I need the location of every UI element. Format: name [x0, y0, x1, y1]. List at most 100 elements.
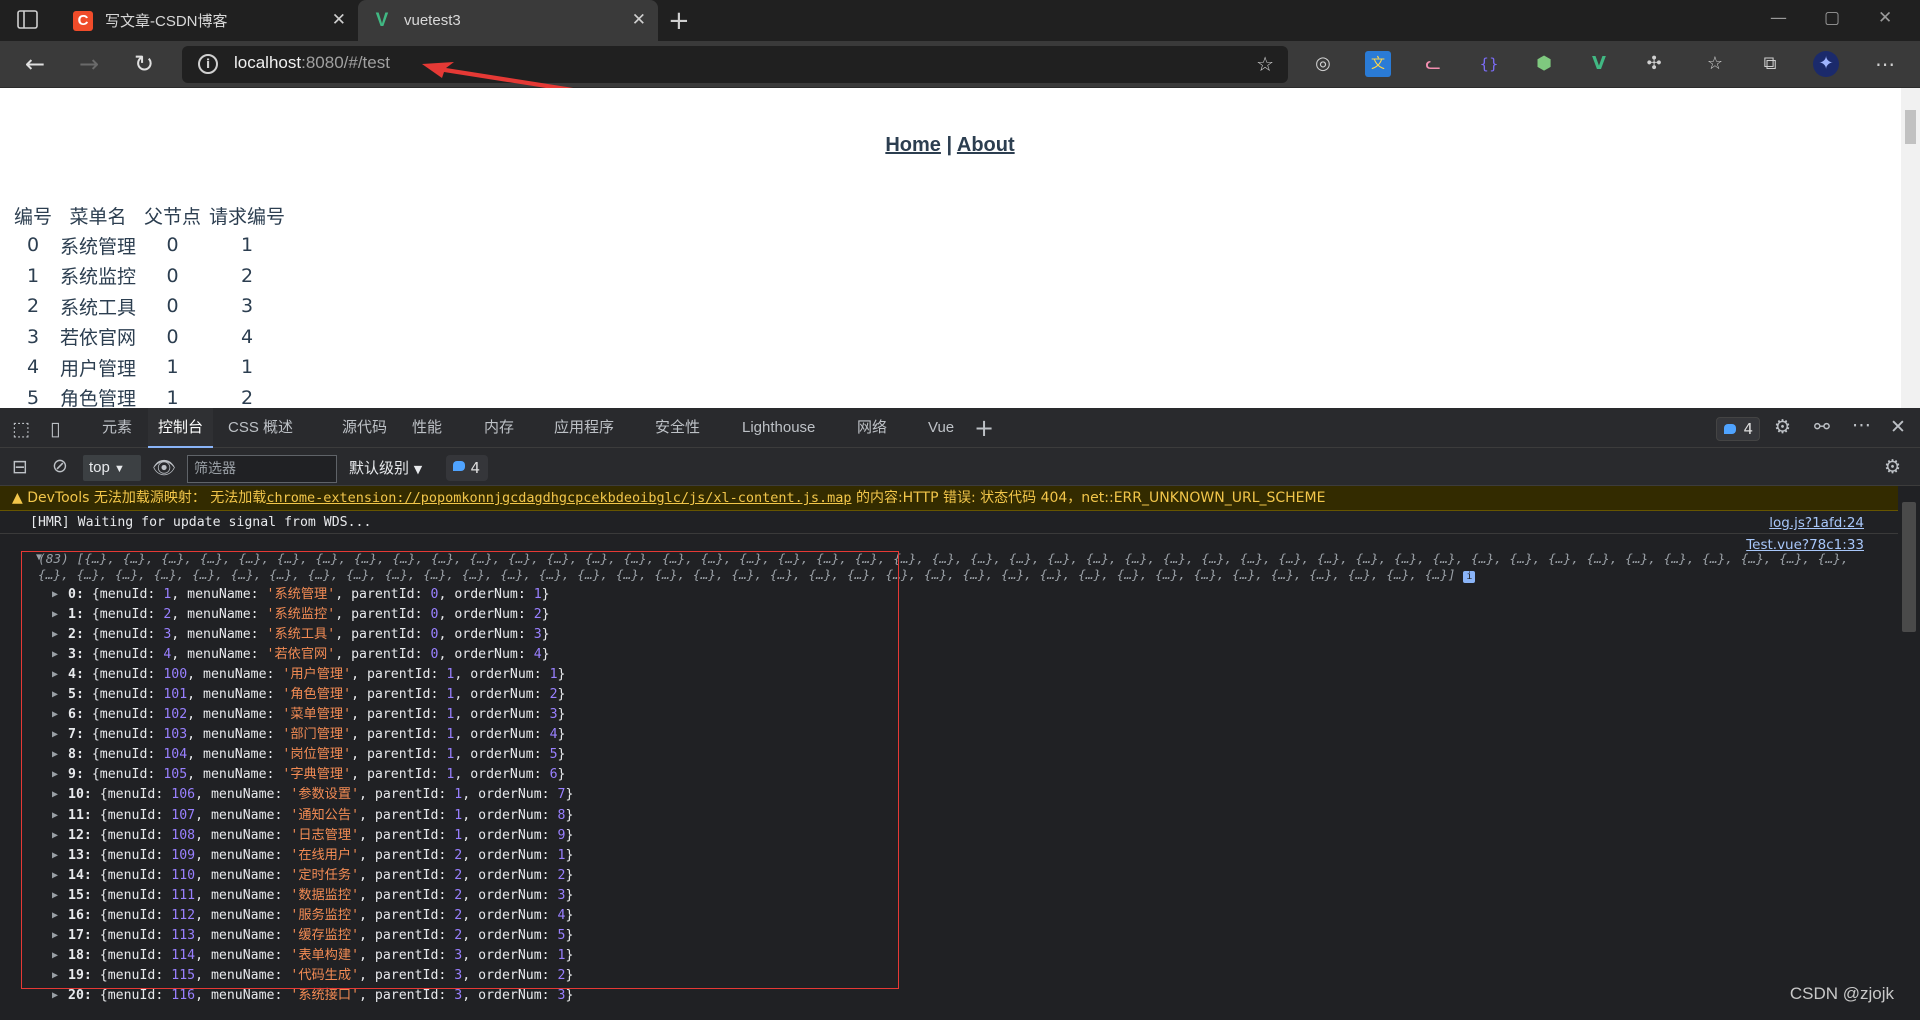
clear-console-icon[interactable]: ⊘ — [52, 455, 68, 477]
array-item[interactable]: ▶ 8: {menuId: 104, menuName: '岗位管理', pare… — [0, 745, 1000, 765]
array-item[interactable]: ▶ 4: {menuId: 100, menuName: '用户管理', pare… — [0, 665, 1000, 685]
about-link[interactable]: About — [957, 134, 1015, 156]
array-item[interactable]: ▶ 12: {menuId: 108, menuName: '日志管理', par… — [0, 826, 1000, 846]
add-favorite-icon[interactable]: ☆ — [1256, 52, 1274, 76]
array-item[interactable]: ▶ 10: {menuId: 106, menuName: '参数设置', par… — [0, 785, 1000, 805]
array-item[interactable]: ▶ 6: {menuId: 102, menuName: '菜单管理', pare… — [0, 705, 1000, 725]
expand-triangle-icon[interactable]: ▶ — [52, 605, 58, 625]
collections-icon[interactable]: ⧉ — [1757, 51, 1783, 77]
url-text[interactable]: localhost:8080/#/test — [234, 53, 390, 73]
array-item[interactable]: ▶ 0: {menuId: 1, menuName: '系统管理', parent… — [0, 585, 1000, 605]
issues-badge[interactable]: 4 — [1716, 417, 1760, 441]
array-item[interactable]: ▶ 1: {menuId: 2, menuName: '系统监控', parent… — [0, 605, 1000, 625]
array-summary[interactable]: (83) [{…}, {…}, {…}, {…}, {…}, {…}, {…},… — [38, 552, 1868, 584]
close-devtools-icon[interactable]: ✕ — [1890, 416, 1906, 438]
inspect-element-icon[interactable]: ⬚ — [12, 418, 30, 440]
close-icon[interactable]: ✕ — [632, 10, 646, 30]
source-link[interactable]: log.js?1afd:24 — [1769, 512, 1864, 534]
close-icon[interactable]: ✕ — [332, 10, 346, 30]
expand-triangle-icon[interactable]: ▶ — [52, 645, 58, 665]
expand-triangle-icon[interactable]: ▶ — [52, 745, 58, 765]
tab-vuetest3[interactable]: V vuetest3 ✕ — [358, 0, 658, 41]
back-icon[interactable]: ← — [20, 50, 50, 80]
tab-css-overview[interactable]: CSS 概述 — [228, 408, 293, 448]
tab-vue[interactable]: Vue — [928, 408, 954, 448]
array-item[interactable]: ▶ 11: {menuId: 107, menuName: '通知公告', par… — [0, 806, 1000, 826]
expand-triangle-icon[interactable]: ▶ — [52, 926, 58, 946]
minimize-button[interactable]: — — [1770, 8, 1787, 28]
array-item[interactable]: ▶ 3: {menuId: 4, menuName: '若依官网', parent… — [0, 645, 1000, 665]
array-item[interactable]: ▶ 20: {menuId: 116, menuName: '系统接口', par… — [0, 986, 1000, 1006]
tab-performance[interactable]: 性能 — [412, 408, 442, 448]
window-close-button[interactable]: ✕ — [1878, 8, 1892, 28]
device-toolbar-icon[interactable]: ▯ — [50, 418, 60, 440]
json-extension-icon[interactable]: {} — [1476, 51, 1502, 77]
expand-triangle-icon[interactable]: ▶ — [52, 725, 58, 745]
tab-security[interactable]: 安全性 — [655, 408, 700, 448]
extension-icon[interactable]: ◎ — [1310, 51, 1336, 77]
vue-devtools-icon[interactable]: V — [1586, 51, 1612, 77]
more-options-icon[interactable]: ⋯ — [1852, 414, 1871, 436]
expand-triangle-icon[interactable]: ▶ — [52, 886, 58, 906]
tab-actions-icon[interactable] — [16, 9, 40, 31]
more-menu-icon[interactable]: ⋯ — [1872, 51, 1898, 77]
expand-triangle-icon[interactable]: ▶ — [52, 785, 58, 805]
expand-triangle-icon[interactable]: ▶ — [52, 986, 58, 1006]
expand-triangle-icon[interactable]: ▶ — [52, 765, 58, 785]
array-item[interactable]: ▶ 13: {menuId: 109, menuName: '在线用户', par… — [0, 846, 1000, 866]
home-link[interactable]: Home — [885, 134, 941, 156]
expand-triangle-icon[interactable]: ▶ — [52, 685, 58, 705]
array-item[interactable]: ▶ 14: {menuId: 110, menuName: '定时任务', par… — [0, 866, 1000, 886]
tab-console[interactable]: 控制台 — [148, 408, 214, 448]
favorites-icon[interactable]: ☆ — [1702, 51, 1728, 77]
array-item[interactable]: ▶ 2: {menuId: 3, menuName: '系统工具', parent… — [0, 625, 1000, 645]
tab-sources[interactable]: 源代码 — [342, 408, 387, 448]
array-item[interactable]: ▶ 15: {menuId: 111, menuName: '数据监控', par… — [0, 886, 1000, 906]
tab-memory[interactable]: 内存 — [484, 408, 514, 448]
array-item[interactable]: ▶ 17: {menuId: 113, menuName: '缓存监控', par… — [0, 926, 1000, 946]
tab-lighthouse[interactable]: Lighthouse — [742, 408, 815, 448]
array-item[interactable]: ▶ 5: {menuId: 101, menuName: '角色管理', pare… — [0, 685, 1000, 705]
expand-triangle-icon[interactable]: ▶ — [52, 966, 58, 986]
customize-icon[interactable]: ⚯ — [1814, 416, 1830, 438]
expand-triangle-icon[interactable]: ▶ — [52, 906, 58, 926]
translate-extension-icon[interactable]: 文 — [1365, 51, 1391, 77]
expand-triangle-icon[interactable]: ▶ — [52, 705, 58, 725]
log-level-select[interactable]: 默认级别 ▼ — [349, 456, 422, 482]
page-scrollbar[interactable] — [1901, 88, 1920, 408]
tab-csdn[interactable]: C 写文章-CSDN博客 ✕ — [60, 0, 358, 41]
array-item[interactable]: ▶ 9: {menuId: 105, menuName: '字典管理', pare… — [0, 765, 1000, 785]
tab-network[interactable]: 网络 — [857, 408, 887, 448]
expand-triangle-icon[interactable]: ▶ — [52, 665, 58, 685]
warning-link[interactable]: chrome-extension://popomkonnjgcdagdhgcpc… — [266, 490, 851, 506]
address-bar[interactable]: i localhost:8080/#/test ☆ — [182, 46, 1288, 83]
array-item[interactable]: ▶ 19: {menuId: 115, menuName: '代码生成', par… — [0, 966, 1000, 986]
profile-avatar[interactable]: ✦ — [1813, 51, 1839, 77]
expand-triangle-icon[interactable]: ▶ — [52, 846, 58, 866]
context-select[interactable]: top ▼ — [83, 455, 141, 481]
console-scrollbar[interactable] — [1898, 486, 1920, 1020]
array-item[interactable]: ▶ 18: {menuId: 114, menuName: '表单构建', par… — [0, 946, 1000, 966]
reload-icon[interactable]: ↻ — [129, 50, 159, 80]
expand-triangle-icon[interactable]: ▶ — [52, 585, 58, 605]
forward-icon[interactable]: → — [74, 50, 104, 80]
tab-application[interactable]: 应用程序 — [554, 408, 614, 448]
add-tab-icon[interactable]: + — [974, 414, 994, 442]
console-issues-badge[interactable]: 4 — [446, 455, 488, 481]
new-tab-button[interactable]: + — [668, 6, 690, 36]
filter-input[interactable]: 筛选器 — [187, 455, 337, 483]
live-expression-eye-icon[interactable]: 👁 — [152, 456, 176, 479]
source-link[interactable]: Test.vue?78c1:33 — [1746, 537, 1864, 553]
cat-extension-icon[interactable]: ᓚ — [1420, 51, 1446, 77]
expand-triangle-icon[interactable]: ▶ — [52, 946, 58, 966]
array-item[interactable]: ▶ 16: {menuId: 112, menuName: '服务监控', par… — [0, 906, 1000, 926]
maximize-button[interactable]: ▢ — [1824, 8, 1840, 28]
extension-icon[interactable]: ⬢ — [1531, 51, 1557, 77]
site-info-icon[interactable]: i — [198, 54, 218, 74]
array-item[interactable]: ▶ 7: {menuId: 103, menuName: '部门管理', pare… — [0, 725, 1000, 745]
expand-triangle-icon[interactable]: ▶ — [52, 866, 58, 886]
expand-triangle-icon[interactable]: ▶ — [52, 806, 58, 826]
expand-triangle-icon[interactable]: ▶ — [52, 625, 58, 645]
expand-triangle-icon[interactable]: ▶ — [52, 826, 58, 846]
sidebar-toggle-icon[interactable]: ⊟ — [12, 456, 28, 478]
